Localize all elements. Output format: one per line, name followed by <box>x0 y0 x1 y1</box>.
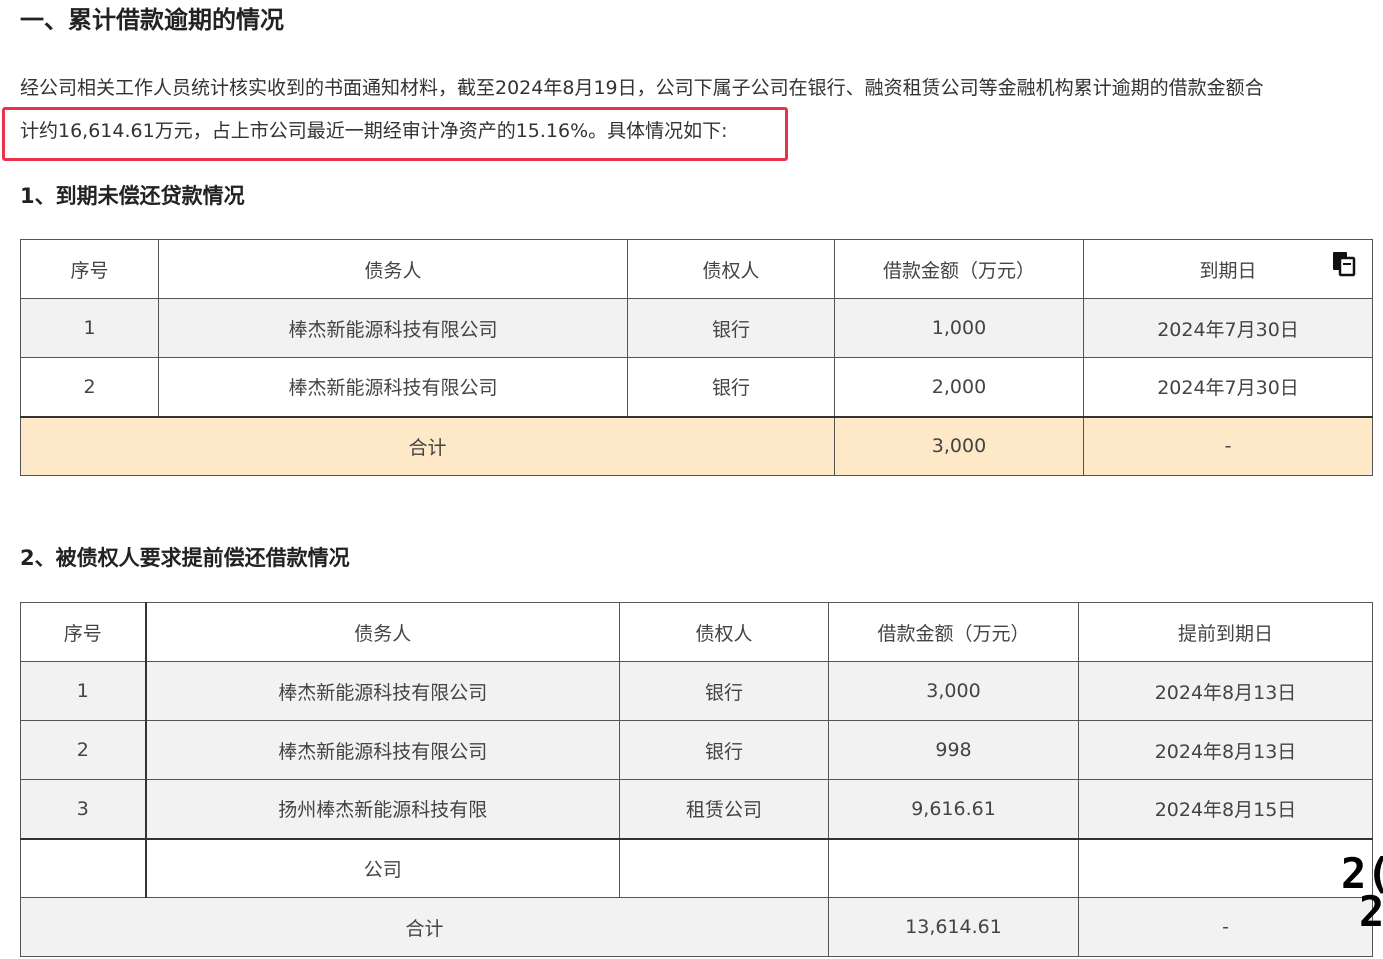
total-row: 合计 13,614.61 - <box>20 897 1373 957</box>
cell-amount: 2,000 <box>834 357 1084 417</box>
header-cell: 债务人 <box>158 239 628 299</box>
cell-no: 1 <box>20 661 146 721</box>
table-row-continuation: 公司 <box>20 837 1373 898</box>
cell-date: 2024年7月30日 <box>1083 357 1373 417</box>
total-label: 合计 <box>20 415 835 476</box>
total-amount: 13,614.61 <box>828 897 1079 957</box>
header-cell: 借款金额（万元） <box>828 602 1079 662</box>
cell-debtor: 棒杰新能源科技有限公司 <box>144 661 620 721</box>
cell-date: 2024年8月15日 <box>1078 779 1373 839</box>
cell-creditor: 银行 <box>627 298 835 358</box>
cell-no: 3 <box>20 779 146 839</box>
intro-paragraph-line1: 经公司相关工作人员统计核实收到的书面通知材料，截至2024年8月19日，公司下属… <box>20 77 1264 99</box>
header-cell-due-date: 到期日 <box>1083 239 1373 299</box>
header-cell: 债务人 <box>144 602 620 662</box>
cell-creditor: 银行 <box>619 720 829 780</box>
total-amount: 3,000 <box>834 415 1084 476</box>
cell-debtor: 棒杰新能源科技有限公司 <box>144 720 620 780</box>
section-title: 一、累计借款逾期的情况 <box>20 6 284 34</box>
total-row: 合计 3,000 - <box>20 415 1373 476</box>
cell-no <box>20 837 146 898</box>
cell-amount: 9,616.61 <box>828 779 1079 839</box>
cell-no: 2 <box>20 720 146 780</box>
header-cell: 提前到期日 <box>1078 602 1373 662</box>
highlight-annotation-box <box>2 107 788 161</box>
subsection-heading-2: 2、被债权人要求提前偿还借款情况 <box>20 546 350 570</box>
table-row: 3 扬州棒杰新能源科技有限 租赁公司 9,616.61 2024年8月15日 <box>20 779 1373 839</box>
cell-amount: 998 <box>828 720 1079 780</box>
cell-amount: 3,000 <box>828 661 1079 721</box>
header-cell: 债权人 <box>627 239 835 299</box>
table-header-row: 序号 债务人 债权人 借款金额（万元） 到期日 <box>20 239 1373 299</box>
cell-amount: 1,000 <box>834 298 1084 358</box>
cell-creditor: 租赁公司 <box>619 779 829 839</box>
table-row: 2 棒杰新能源科技有限公司 银行 998 2024年8月13日 <box>20 720 1373 780</box>
header-cell: 序号 <box>20 602 146 662</box>
header-cell: 借款金额（万元） <box>834 239 1084 299</box>
stray-overlay-text: 2 <box>1359 887 1383 936</box>
header-cell: 债权人 <box>619 602 829 662</box>
subsection-heading-1: 1、到期未偿还贷款情况 <box>20 184 245 208</box>
early-repayment-table: 序号 债务人 债权人 借款金额（万元） 提前到期日 1 棒杰新能源科技有限公司 … <box>20 602 1373 957</box>
table-row: 1 棒杰新能源科技有限公司 银行 1,000 2024年7月30日 <box>20 298 1373 358</box>
cell-no: 2 <box>20 357 159 417</box>
cell-no: 1 <box>20 298 159 358</box>
overdue-loans-table: 序号 债务人 债权人 借款金额（万元） 到期日 1 棒杰新能源科技有限公司 银行… <box>20 239 1373 476</box>
cell-debtor: 扬州棒杰新能源科技有限 <box>144 779 620 839</box>
cell-debtor: 棒杰新能源科技有限公司 <box>158 357 628 417</box>
cell-creditor: 银行 <box>619 661 829 721</box>
total-date: - <box>1083 415 1373 476</box>
table-header-row: 序号 债务人 债权人 借款金额（万元） 提前到期日 <box>20 602 1373 662</box>
cell-date: 2024年8月13日 <box>1078 661 1373 721</box>
cell-date: 2024年8月13日 <box>1078 720 1373 780</box>
header-cell: 序号 <box>20 239 159 299</box>
cell-debtor: 棒杰新能源科技有限公司 <box>158 298 628 358</box>
cell-date <box>1078 837 1373 898</box>
total-label: 合计 <box>20 897 829 957</box>
cell-creditor <box>619 837 829 898</box>
cell-date: 2024年7月30日 <box>1083 298 1373 358</box>
cell-creditor: 银行 <box>627 357 835 417</box>
table-row: 2 棒杰新能源科技有限公司 银行 2,000 2024年7月30日 <box>20 357 1373 417</box>
cell-debtor: 公司 <box>144 837 620 898</box>
copy-icon[interactable] <box>1332 251 1356 277</box>
total-date: - <box>1078 897 1373 957</box>
cell-amount <box>828 837 1079 898</box>
header-cell-label: 到期日 <box>1199 259 1257 282</box>
table-row: 1 棒杰新能源科技有限公司 银行 3,000 2024年8月13日 <box>20 661 1373 721</box>
